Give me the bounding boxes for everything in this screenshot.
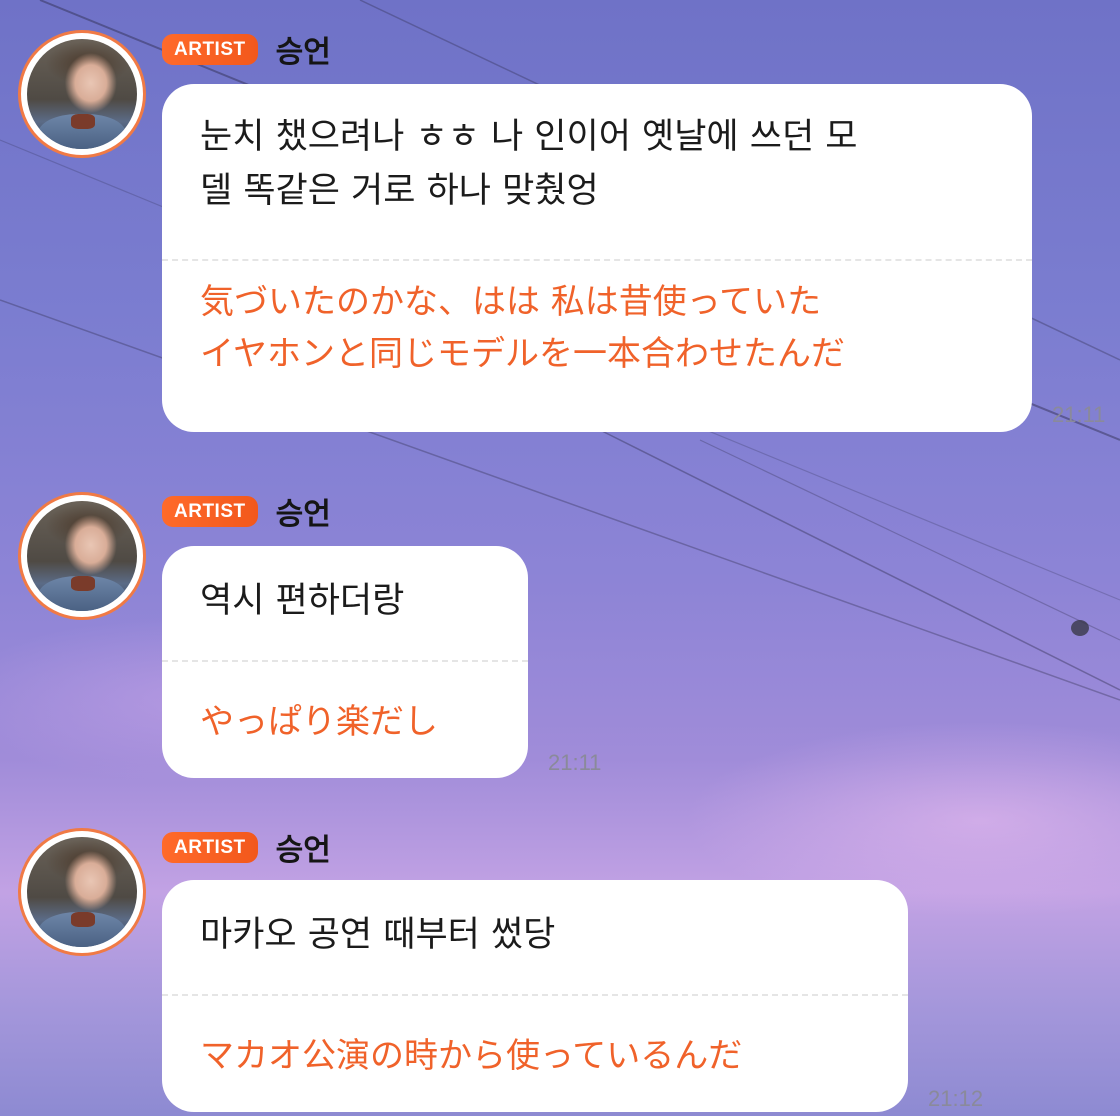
message-text-japanese: やっぱり楽だし [200,702,438,742]
message-bubble[interactable]: 역시 편하더랑 やっぱり楽だし [162,546,528,778]
message-text-japanese: マカオ公演の時から使っているんだ [200,1036,743,1076]
message-text-korean: 역시 편하더랑 [200,581,405,621]
sender-name: 승언 [275,35,331,70]
artist-badge: ARTIST [162,831,258,863]
artist-avatar[interactable] [18,828,146,956]
artist-badge: ARTIST [162,495,258,527]
artist-avatar[interactable] [18,30,146,158]
artist-avatar[interactable] [18,492,146,620]
message-timestamp: 21:11 [1052,402,1106,427]
artist-badge: ARTIST [162,33,258,65]
profile-photo-icon [27,39,137,149]
translation-divider [162,994,908,996]
profile-photo-icon [27,837,137,947]
message-timestamp: 21:11 [548,750,602,775]
message-bubble[interactable]: 마카오 공연 때부터 썼당 マカオ公演の時から使っているんだ [162,880,908,1112]
translation-divider [162,660,528,662]
sender-name: 승언 [275,497,331,532]
message-timestamp: 21:12 [928,1086,984,1111]
sender-row: ARTIST 승언 [162,494,331,532]
message-text-korean: 마카오 공연 때부터 썼당 [200,915,556,955]
message-bubble[interactable]: 눈치 챘으려나 ㅎㅎ 나 인이어 옛날에 쓰던 모 델 똑같은 거로 하나 맞췄… [162,84,1032,432]
message-text-japanese: 気づいたのかな、はは 私は昔使っていた イヤホンと同じモデルを一本合わせたんだ [200,282,845,374]
profile-photo-icon [27,501,137,611]
translation-divider [162,259,1032,261]
sender-name: 승언 [275,833,331,868]
sender-row: ARTIST 승언 [162,32,331,70]
message-text-korean: 눈치 챘으려나 ㅎㅎ 나 인이어 옛날에 쓰던 모 델 똑같은 거로 하나 맞췄… [200,117,858,211]
sender-row: ARTIST 승언 [162,830,331,868]
